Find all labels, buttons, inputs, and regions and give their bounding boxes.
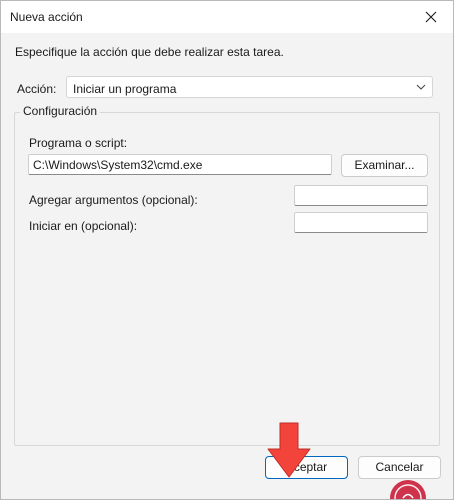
red-arrow-annotation-icon bbox=[267, 422, 311, 478]
configuration-group-title: Configuración bbox=[20, 104, 101, 118]
start-in-label: Iniciar en (opcional): bbox=[29, 219, 138, 233]
close-icon bbox=[425, 11, 437, 23]
new-action-dialog: Nueva acción Especifique la acción que d… bbox=[0, 0, 454, 500]
solvetic-watermark-icon bbox=[390, 480, 426, 499]
arguments-label: Agregar argumentos (opcional): bbox=[29, 193, 198, 207]
program-label: Programa o script: bbox=[29, 136, 128, 150]
dialog-body: Especifique la acción que debe realizar … bbox=[1, 33, 453, 499]
cancel-button[interactable]: Cancelar bbox=[358, 456, 441, 479]
action-label: Acción: bbox=[17, 82, 57, 96]
start-in-input[interactable] bbox=[294, 212, 428, 233]
title-bar: Nueva acción bbox=[1, 1, 453, 33]
instruction-text: Especifique la acción que debe realizar … bbox=[15, 45, 284, 59]
program-input[interactable]: C:\Windows\System32\cmd.exe bbox=[28, 154, 332, 175]
chevron-down-icon bbox=[416, 84, 426, 90]
action-selected-value: Iniciar un programa bbox=[73, 82, 177, 96]
window-title: Nueva acción bbox=[10, 10, 83, 24]
arguments-input[interactable] bbox=[294, 185, 428, 206]
browse-button[interactable]: Examinar... bbox=[341, 154, 428, 177]
close-button[interactable] bbox=[409, 1, 453, 33]
action-select[interactable]: Iniciar un programa bbox=[66, 76, 433, 98]
